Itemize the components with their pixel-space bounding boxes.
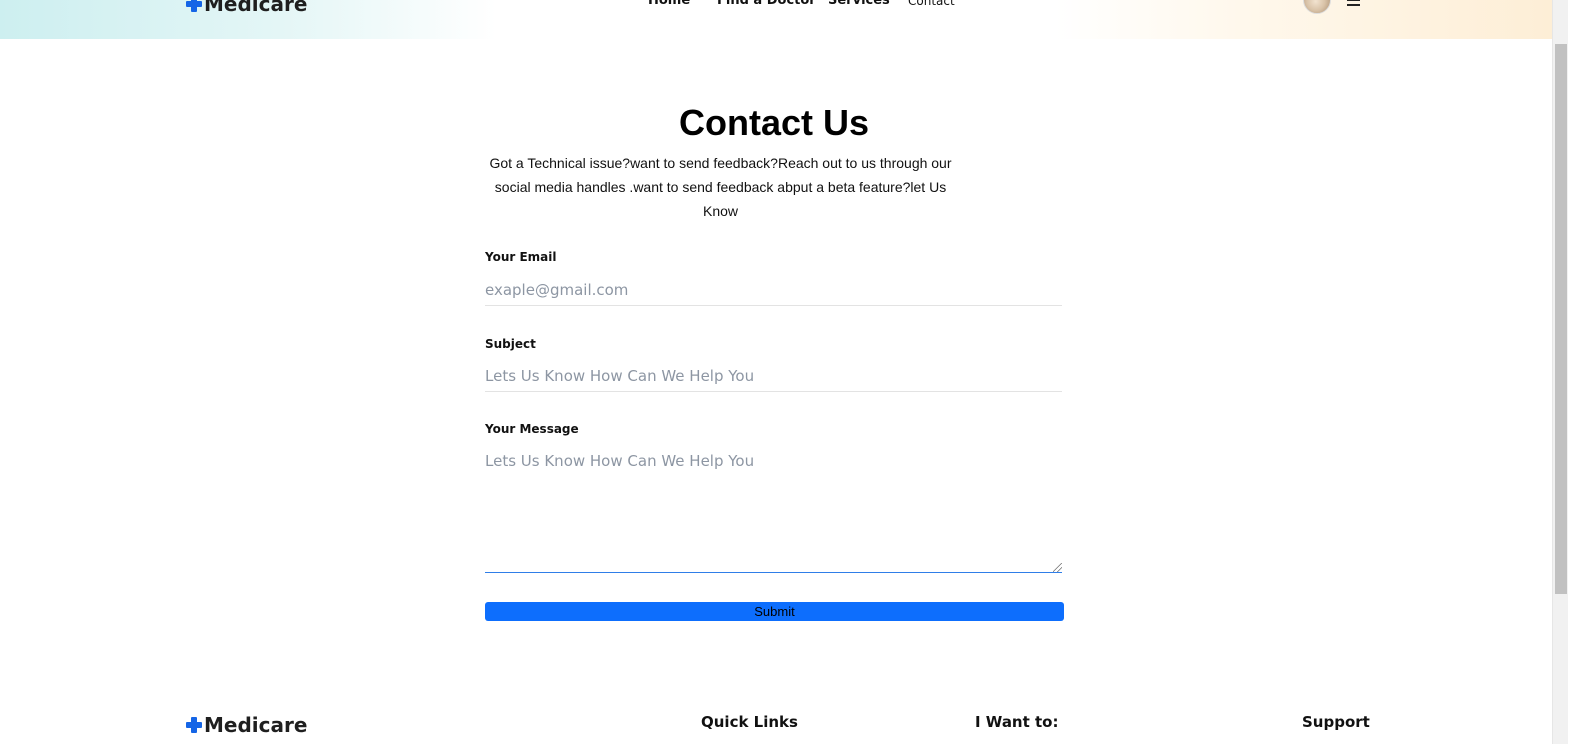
subject-label: Subject bbox=[485, 337, 536, 351]
contact-intro-text: Got a Technical issue?want to send feedb… bbox=[489, 155, 952, 219]
message-label: Your Message bbox=[485, 422, 579, 436]
page: Medicare Home Find a Doctor Services Con… bbox=[0, 0, 1595, 744]
footer-brand-logo[interactable]: Medicare bbox=[186, 713, 307, 737]
vertical-scrollbar[interactable] bbox=[1552, 0, 1568, 744]
site-header: Medicare Home Find a Doctor Services Con… bbox=[0, 0, 1552, 39]
nav-link-home[interactable]: Home bbox=[648, 0, 690, 8]
nav-link-find-doctor[interactable]: Find a Doctor bbox=[717, 0, 816, 8]
nav-link-contact[interactable]: Contact bbox=[908, 0, 955, 8]
scrollbar-thumb[interactable] bbox=[1555, 44, 1567, 594]
message-textarea[interactable] bbox=[485, 448, 1062, 573]
subject-field[interactable] bbox=[485, 360, 1062, 392]
plus-logo-icon bbox=[186, 717, 202, 733]
email-field[interactable] bbox=[485, 274, 1062, 306]
hamburger-menu-icon[interactable] bbox=[1347, 0, 1360, 6]
brand-name: Medicare bbox=[204, 0, 308, 16]
footer-heading-quick-links: Quick Links bbox=[701, 713, 798, 731]
plus-logo-icon bbox=[186, 0, 202, 12]
page-title: Contact Us bbox=[678, 102, 870, 143]
footer-brand-name: Medicare bbox=[204, 713, 308, 737]
window-edge bbox=[1568, 0, 1595, 744]
brand-logo[interactable]: Medicare bbox=[186, 0, 307, 16]
nav-link-services[interactable]: Services bbox=[828, 0, 890, 8]
footer-heading-i-want-to: I Want to: bbox=[975, 713, 1059, 731]
user-avatar[interactable] bbox=[1303, 0, 1331, 14]
email-label: Your Email bbox=[485, 250, 557, 264]
submit-button[interactable]: Submit bbox=[485, 602, 1064, 621]
footer-heading-support: Support bbox=[1302, 713, 1370, 731]
resize-grip-icon[interactable] bbox=[1053, 563, 1062, 572]
